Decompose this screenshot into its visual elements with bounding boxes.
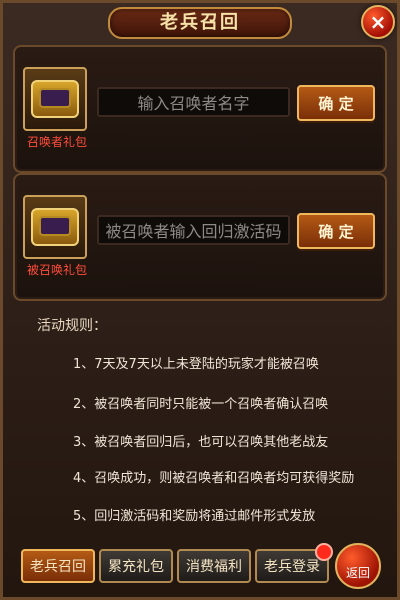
close-icon[interactable]: × <box>361 5 395 39</box>
summoned-gift-icon[interactable] <box>23 195 87 259</box>
page-title: 老兵召回 <box>108 7 292 39</box>
rules-title: 活动规则： <box>37 318 107 334</box>
summoner-panel: 召唤者礼包 输入召唤者名字 确 定 <box>13 45 387 173</box>
rule-item: 5、回归激活码和奖励将通过邮件形式发放 <box>73 509 316 524</box>
tab-label: 老兵登录 <box>264 559 320 575</box>
tab-veteran-recall[interactable]: 老兵召回 <box>21 549 95 583</box>
title-bar: 老兵召回 × <box>3 3 397 43</box>
back-label: 返回 <box>345 566 370 580</box>
rule-item: 1、7天及7天以上未登陆的玩家才能被召唤 <box>73 357 319 372</box>
tab-spending-rewards[interactable]: 消费福利 <box>177 549 251 583</box>
rules-section: 活动规则： 1、7天及7天以上未登陆的玩家才能被召唤 2、被召唤者同时只能被一个… <box>13 303 387 524</box>
notification-dot <box>315 543 333 561</box>
tab-veteran-login[interactable]: 老兵登录 <box>255 543 333 583</box>
summoned-panel: 被召唤礼包 被召唤者输入回归激活码 确 定 <box>13 173 387 301</box>
summoned-gift-label: 被召唤礼包 <box>26 263 87 277</box>
summoned-confirm-button[interactable]: 确 定 <box>297 213 375 249</box>
rule-item: 3、被召唤者回归后，也可以召唤其他老战友 <box>73 435 329 450</box>
bottom-bar: 老兵召回 累充礼包 消费福利 老兵登录 返回 <box>13 541 387 591</box>
rule-item: 2、被召唤者同时只能被一个召唤者确认召唤 <box>73 397 329 412</box>
summoner-gift-label: 召唤者礼包 <box>26 135 87 149</box>
chest-icon <box>31 80 79 118</box>
back-button[interactable]: 返回 <box>335 543 381 589</box>
recall-window: 老兵召回 × 召唤者礼包 输入召唤者名字 确 定 被召唤礼包 被召唤者输入回归激… <box>0 0 400 600</box>
summoner-gift-icon[interactable] <box>23 67 87 131</box>
activation-code-input[interactable]: 被召唤者输入回归激活码 <box>97 215 290 245</box>
summoner-name-input[interactable]: 输入召唤者名字 <box>97 87 290 117</box>
summoner-confirm-button[interactable]: 确 定 <box>297 85 375 121</box>
chest-icon <box>31 208 79 246</box>
tab-recharge-gift[interactable]: 累充礼包 <box>99 549 173 583</box>
rule-item: 4、召唤成功，则被召唤者和召唤者均可获得奖励 <box>73 471 355 486</box>
